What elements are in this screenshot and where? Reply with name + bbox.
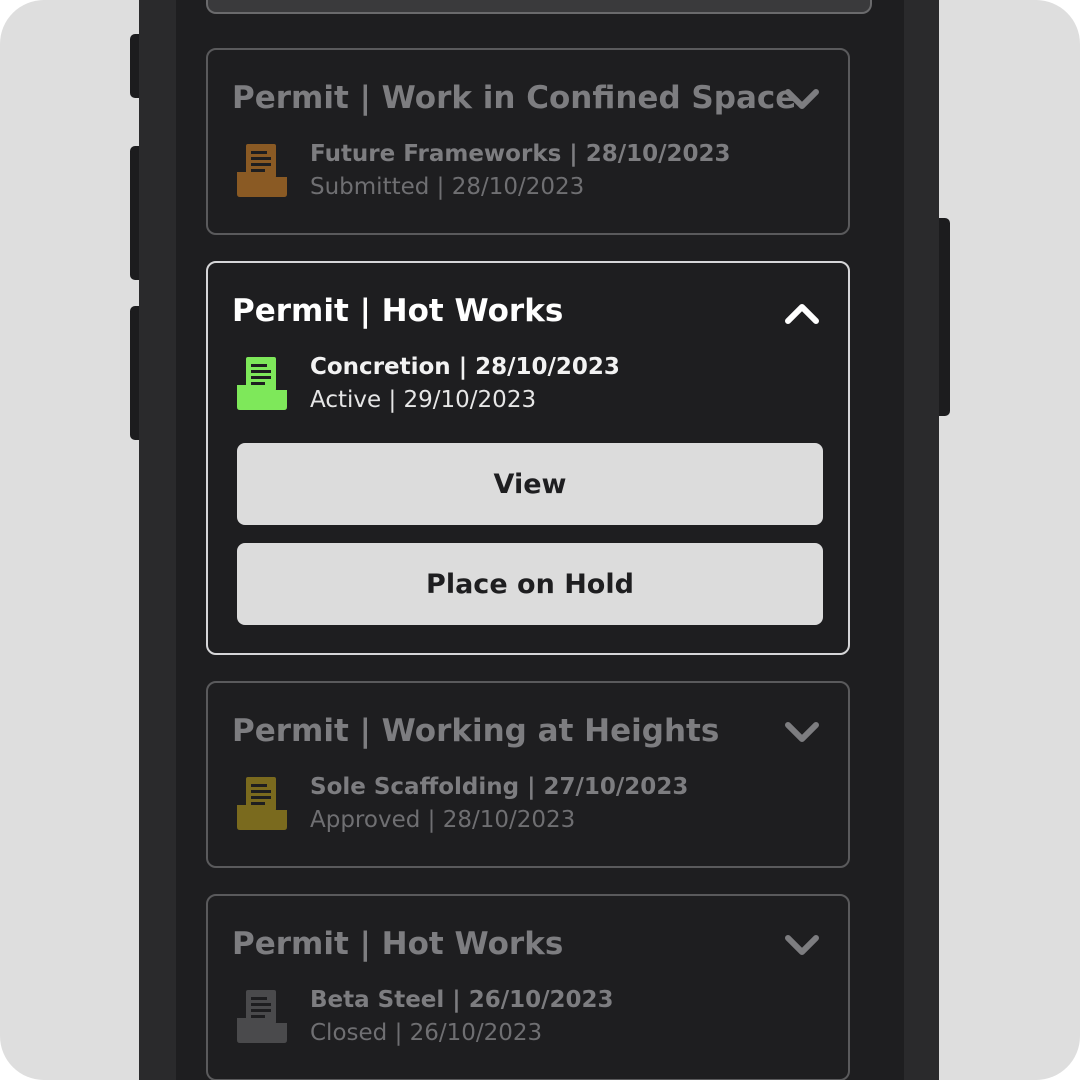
permit-status-date: Approved | 28/10/2023 bbox=[310, 807, 576, 833]
permit-title: Permit | Hot Works bbox=[232, 293, 564, 329]
permit-company-date: Future Frameworks | 28/10/2023 bbox=[310, 141, 731, 167]
permit-card[interactable]: Permit | Working at Heights Sole Scaffol… bbox=[206, 681, 850, 868]
place-on-hold-button[interactable]: Place on Hold bbox=[237, 543, 823, 625]
permit-status-date: Active | 29/10/2023 bbox=[310, 387, 537, 413]
chevron-down-icon[interactable] bbox=[784, 721, 820, 745]
permit-company-date: Sole Scaffolding | 27/10/2023 bbox=[310, 774, 689, 800]
permit-title: Permit | Work in Confined Space bbox=[232, 80, 797, 116]
previous-permit-card-edge[interactable] bbox=[206, 0, 872, 14]
permit-status-date: Closed | 26/10/2023 bbox=[310, 1020, 543, 1046]
permit-company-date: Beta Steel | 26/10/2023 bbox=[310, 987, 614, 1013]
device-frame: Permit | Work in Confined Space Future F… bbox=[0, 0, 1080, 1080]
chevron-up-icon[interactable] bbox=[784, 301, 820, 325]
folder-document-icon bbox=[237, 144, 287, 197]
permit-card[interactable]: Permit | Hot Works Beta Steel | 26/10/20… bbox=[206, 894, 850, 1080]
permit-company-date: Concretion | 28/10/2023 bbox=[310, 354, 620, 380]
permit-card[interactable]: Permit | Work in Confined Space Future F… bbox=[206, 48, 850, 235]
permit-meta: Sole Scaffolding | 27/10/2023 Approved |… bbox=[310, 771, 688, 837]
permit-meta: Beta Steel | 26/10/2023 Closed | 26/10/2… bbox=[310, 984, 614, 1050]
folder-document-icon bbox=[237, 777, 287, 830]
permit-meta: Future Frameworks | 28/10/2023 Submitted… bbox=[310, 138, 731, 204]
permit-status-date: Submitted | 28/10/2023 bbox=[310, 174, 585, 200]
permit-title: Permit | Working at Heights bbox=[232, 713, 720, 749]
permit-title: Permit | Hot Works bbox=[232, 926, 564, 962]
folder-document-icon bbox=[237, 990, 287, 1043]
permit-meta: Concretion | 28/10/2023 Active | 29/10/2… bbox=[310, 351, 620, 417]
permit-card-expanded[interactable]: Permit | Hot Works Concretion | 28/10/20… bbox=[206, 261, 850, 655]
chevron-down-icon[interactable] bbox=[784, 88, 820, 112]
folder-document-icon bbox=[237, 357, 287, 410]
view-button[interactable]: View bbox=[237, 443, 823, 525]
chevron-down-icon[interactable] bbox=[784, 934, 820, 958]
